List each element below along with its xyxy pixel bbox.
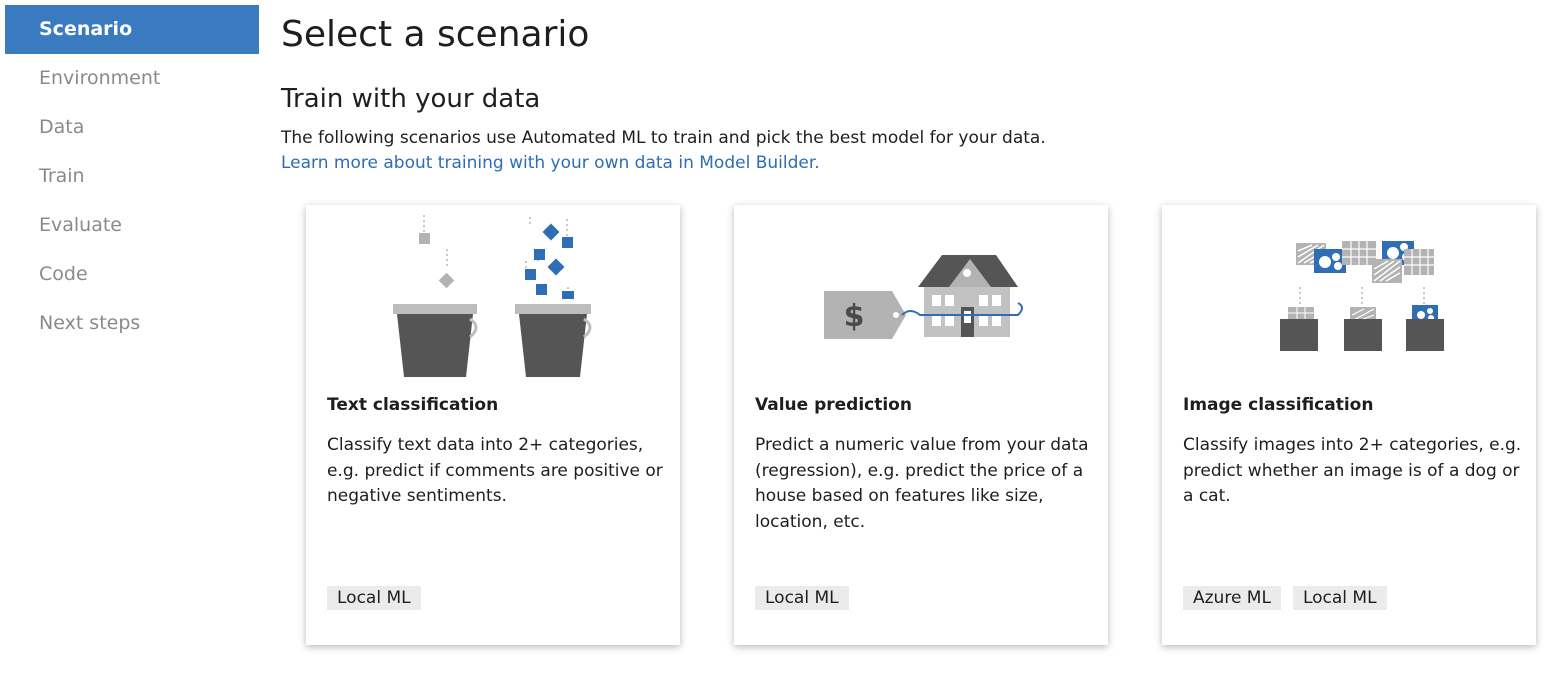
scenario-card-text-classification[interactable]: Text classification Classify text data i… bbox=[306, 205, 680, 645]
sidebar-nav: Scenario Environment Data Train Evaluate… bbox=[5, 5, 259, 348]
card-description: Classify images into 2+ categories, e.g.… bbox=[1183, 435, 1522, 506]
tag-azure-ml: Azure ML bbox=[1183, 586, 1281, 610]
sidebar-item-data[interactable]: Data bbox=[5, 103, 259, 152]
page-title: Select a scenario bbox=[281, 14, 590, 55]
sidebar-item-code[interactable]: Code bbox=[5, 250, 259, 299]
card-tags: Local ML bbox=[327, 586, 421, 610]
sidebar-item-next-steps[interactable]: Next steps bbox=[5, 299, 259, 348]
scenario-card-image-classification[interactable]: Image classification Classify images int… bbox=[1162, 205, 1536, 645]
tag-local-ml: Local ML bbox=[755, 586, 849, 610]
card-description: Classify text data into 2+ categories, e… bbox=[327, 435, 663, 506]
house-price-icon: $ bbox=[824, 255, 1023, 339]
tag-local-ml: Local ML bbox=[327, 586, 421, 610]
scenario-card-value-prediction[interactable]: $ Value prediction Predict a numeric val… bbox=[734, 205, 1108, 645]
card-tags: Azure ML Local ML bbox=[1183, 586, 1387, 610]
section-title: Train with your data bbox=[281, 84, 541, 114]
learn-more-link[interactable]: Learn more about training with your own … bbox=[281, 153, 820, 173]
sidebar-item-evaluate[interactable]: Evaluate bbox=[5, 201, 259, 250]
sidebar-item-scenario[interactable]: Scenario bbox=[5, 5, 259, 54]
tag-local-ml: Local ML bbox=[1292, 586, 1387, 610]
price-symbol: $ bbox=[844, 299, 865, 334]
image-folders-icon bbox=[1280, 241, 1444, 351]
sidebar-item-environment[interactable]: Environment bbox=[5, 54, 259, 103]
card-title: Value prediction bbox=[755, 395, 912, 415]
card-description: Predict a numeric value from your data (… bbox=[755, 435, 1089, 532]
card-title: Image classification bbox=[1183, 395, 1374, 415]
sidebar-item-train[interactable]: Train bbox=[5, 152, 259, 201]
card-tags: Local ML bbox=[755, 586, 849, 610]
card-title: Text classification bbox=[327, 395, 499, 415]
section-description: The following scenarios use Automated ML… bbox=[281, 128, 1046, 148]
buckets-icon bbox=[393, 215, 592, 377]
